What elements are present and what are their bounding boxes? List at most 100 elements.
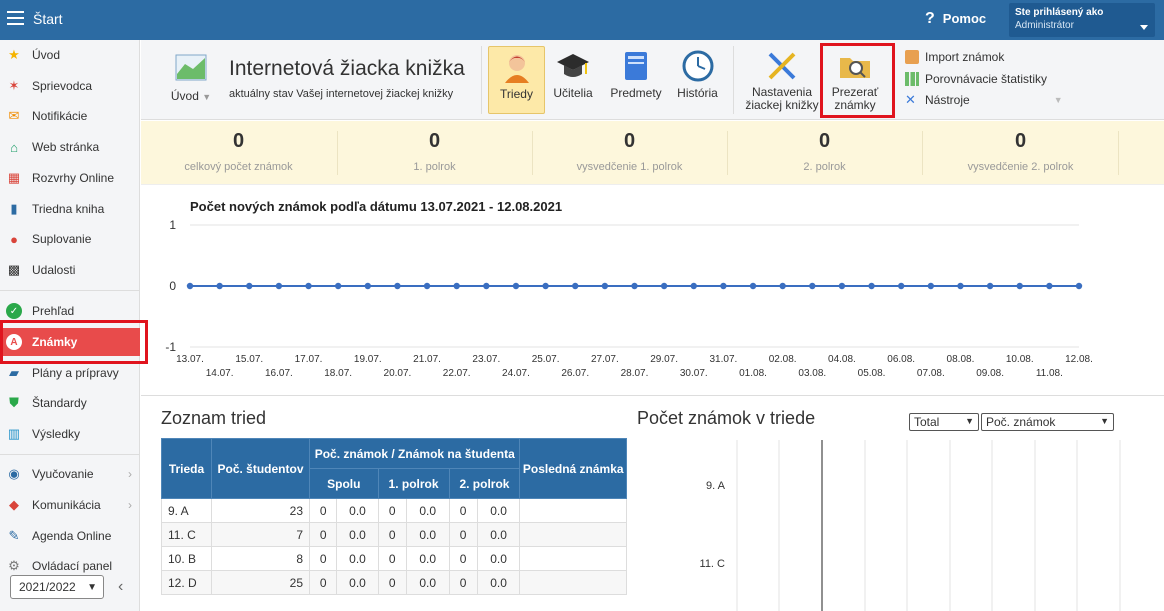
table-row[interactable]: 11. C 7 0 0.0 0 0.0 0 0.0: [161, 522, 627, 547]
table-row[interactable]: 9. A 23 0 0.0 0 0.0 0 0.0: [161, 498, 627, 523]
cell-pocet: 23: [211, 498, 310, 523]
cell-posledna: [519, 570, 627, 595]
x-tick-label: 05.08.: [858, 368, 886, 379]
triedy-label: Triedy: [500, 87, 533, 101]
sidebar-item-komunikacia[interactable]: ◆ Komunikácia ›: [0, 491, 140, 519]
sidebar-item-label: Rozvrhy Online: [32, 171, 115, 185]
sidebar-item-label: Sprievodca: [32, 79, 93, 93]
grades-per-class-chart: 9. A 11. C: [700, 440, 1121, 611]
bar-chart-icon: ▥: [7, 426, 21, 441]
predmety-button[interactable]: Predmety: [606, 46, 666, 114]
cell-b1: 0: [448, 546, 478, 571]
sidebar-item-label: Komunikácia: [32, 498, 101, 512]
user-line1: Ste prihlásený ako: [1015, 7, 1104, 18]
sidebar-item-udalosti[interactable]: ▩ Udalosti: [0, 256, 140, 284]
col-trieda[interactable]: Trieda: [161, 438, 212, 499]
menu-icon[interactable]: [7, 11, 24, 25]
historia-button[interactable]: História: [672, 46, 723, 114]
cell-posledna: [519, 546, 627, 571]
stat-label: 2. polrok: [803, 161, 846, 173]
cell-b1: 0: [448, 570, 478, 595]
sidebar-item-vysledky[interactable]: ▥ Výsledky: [0, 420, 140, 448]
total-select-value: Total: [914, 415, 940, 429]
x-tick-label: 19.07.: [354, 354, 382, 365]
cell-trieda: 12. D: [161, 570, 212, 595]
data-point: [690, 282, 697, 290]
line-chart-svg: 1 0 -113.07.14.07.15.07.16.07.17.07.18.07.…: [165, 218, 1093, 379]
data-point: [542, 282, 549, 290]
chevron-down-icon: ▼: [202, 92, 212, 102]
sidebar-item-sprievodca[interactable]: ✶ Sprievodca: [0, 72, 140, 100]
import-znamok-button[interactable]: Import známok: [905, 50, 1004, 64]
sidebar-item-standardy[interactable]: ⛊ Štandardy: [0, 389, 140, 417]
top-bar: Štart ? Pomoc Ste prihlásený ako Administ…: [0, 0, 1164, 40]
nastroje-button[interactable]: ✕ Nástroje ▼: [905, 93, 1063, 108]
x-tick-label: 30.07.: [680, 368, 708, 379]
nastavenia-button[interactable]: Nastavenia žiackej knižky: [741, 46, 823, 114]
x-tick-label: 23.07.: [472, 354, 500, 365]
ribbon-divider: [481, 46, 482, 114]
cell-a2: 0.0: [405, 498, 450, 523]
cell-pocet: 7: [211, 522, 310, 547]
data-point: [186, 282, 194, 290]
chevron-down-icon: ▼: [965, 416, 974, 426]
user-menu[interactable]: Ste prihlásený ako Administrátor: [1009, 3, 1155, 37]
total-select[interactable]: Total ▼: [909, 413, 979, 431]
data-point: [868, 282, 875, 290]
cell-a1: 0: [377, 570, 407, 595]
table-row[interactable]: 12. D 25 0 0.0 0 0.0 0 0.0: [161, 570, 627, 595]
col-pocet-studentov[interactable]: Poč. študentov: [211, 438, 310, 499]
col-polrok-1[interactable]: 1. polrok: [377, 468, 450, 499]
table-row[interactable]: 10. B 8 0 0.0 0 0.0 0 0.0: [161, 546, 627, 571]
x-tick-label: 16.07.: [265, 368, 293, 379]
x-tick-label: 24.07.: [502, 368, 530, 379]
data-point: [660, 282, 668, 290]
import-label: Import známok: [925, 50, 1005, 64]
triedy-button[interactable]: Triedy: [488, 46, 545, 114]
data-point: [779, 282, 786, 290]
sidebar-item-vyucovanie[interactable]: ◉ Vyučovanie ›: [0, 460, 140, 488]
sidebar-item-triedna-kniha[interactable]: ▮ Triedna kniha: [0, 195, 140, 223]
uvod-button[interactable]: Úvod ▼: [166, 52, 216, 103]
x-tick-label: 26.07.: [561, 368, 589, 379]
chevron-right-icon: ›: [128, 467, 132, 481]
sidebar-item-uvod[interactable]: ★ Úvod: [0, 41, 140, 69]
app-title[interactable]: Štart: [33, 11, 63, 27]
chevron-down-icon: ▼: [1100, 416, 1109, 426]
col-polrok-2[interactable]: 2. polrok: [448, 468, 521, 499]
col-posledna-znamka[interactable]: Posledná známka: [519, 438, 627, 499]
collapse-sidebar-icon[interactable]: ‹: [118, 578, 123, 596]
x-tick-label: 03.08.: [798, 368, 826, 379]
sidebar-item-web[interactable]: ⌂ Web stránka: [0, 133, 140, 161]
x-tick-label: 25.07.: [532, 354, 560, 365]
sidebar-item-label: Web stránka: [32, 140, 100, 154]
ucitelia-button[interactable]: Učitelia: [549, 46, 597, 114]
stat-label: 1. polrok: [413, 161, 456, 173]
star-icon: ★: [8, 47, 20, 62]
cell-s2: 0.0: [336, 570, 379, 595]
metric-select[interactable]: Poč. známok ▼: [981, 413, 1114, 431]
shield-check-icon: ⛊: [9, 395, 19, 410]
data-point: [246, 282, 253, 290]
highlight-frame-znamky: [0, 320, 148, 364]
porovnavacie-label: Porovnávacie štatistiky: [925, 72, 1048, 86]
sidebar-item-notifikacie[interactable]: ✉ Notifikácie: [0, 102, 140, 130]
sidebar-item-label: Suplovanie: [32, 232, 92, 246]
import-icon: [905, 50, 919, 64]
help-button[interactable]: ? Pomoc: [925, 10, 986, 28]
cell-s1: 0: [308, 546, 338, 571]
stat-label: vysvedčenie 1. polrok: [576, 161, 683, 173]
porovnavacie-statistiky-button[interactable]: Porovnávacie štatistiky: [905, 72, 1047, 86]
classes-section-title: Zoznam tried: [161, 408, 267, 428]
sidebar-item-rozvrhy[interactable]: ▦ Rozvrhy Online: [0, 164, 140, 192]
data-point: [483, 282, 490, 290]
sidebar-item-suplovanie[interactable]: ● Suplovanie: [0, 225, 140, 253]
x-tick-label: 08.08.: [947, 354, 975, 365]
col-spolu[interactable]: Spolu: [309, 468, 379, 499]
sidebar-item-agenda[interactable]: ✎ Agenda Online: [0, 522, 140, 550]
predmety-label: Predmety: [610, 86, 662, 100]
school-year-select[interactable]: 2021/2022 ▼: [10, 575, 104, 599]
cell-a2: 0.0: [405, 570, 450, 595]
page-title: Internetová žiacka knižka: [229, 57, 465, 80]
data-point: [512, 282, 520, 290]
